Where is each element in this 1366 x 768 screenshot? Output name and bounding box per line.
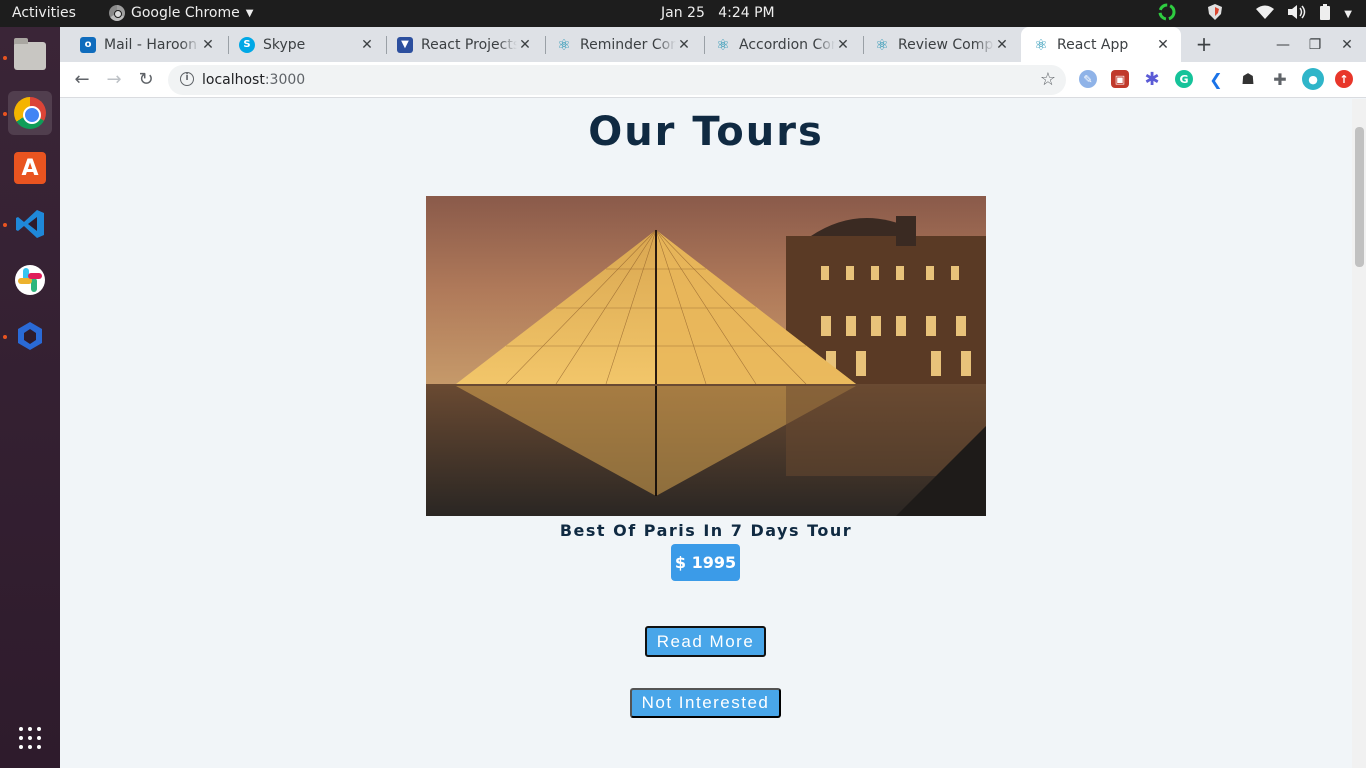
tab-title: Reminder Component xyxy=(580,36,676,53)
shield-icon xyxy=(1208,4,1223,24)
tab-mail[interactable]: o Mail - Haroon ✕ xyxy=(60,27,226,62)
url-host: localhost xyxy=(202,72,265,88)
react-icon: ⚛ xyxy=(557,35,571,54)
close-icon[interactable]: ✕ xyxy=(835,37,851,53)
page-content: Our Tours Best Of Paris In 7 Days Tour $… xyxy=(60,99,1352,768)
app-menu-label: Google Chrome xyxy=(131,5,240,21)
dock-chrome[interactable] xyxy=(8,91,52,135)
extension-icon[interactable]: ❮ xyxy=(1207,70,1225,89)
back-button[interactable]: ← xyxy=(70,68,94,92)
address-bar[interactable]: i localhost:3000 ☆ xyxy=(168,65,1066,95)
tab-review[interactable]: ⚛ Review Component ✕ xyxy=(854,27,1020,62)
tab-title: React App xyxy=(1057,36,1129,53)
tab-title: Review Component xyxy=(898,36,994,53)
tab-skype[interactable]: S Skype ✕ xyxy=(219,27,385,62)
running-indicator xyxy=(3,112,7,116)
vscode-icon xyxy=(16,210,44,238)
chrome-icon xyxy=(109,5,125,21)
skype-icon: S xyxy=(239,36,255,53)
tour-name: Best Of Paris In 7 Days Tour xyxy=(559,521,853,540)
url-port: :3000 xyxy=(264,72,306,88)
restore-button[interactable]: ❐ xyxy=(1305,35,1325,55)
dock-vscode[interactable] xyxy=(8,202,52,246)
scrollbar-thumb[interactable] xyxy=(1355,127,1364,267)
url-text: localhost:3000 xyxy=(202,72,305,88)
app-menu[interactable]: Google Chrome ▼ xyxy=(109,5,253,21)
close-icon[interactable]: ✕ xyxy=(359,37,375,53)
extension-icon[interactable]: ▣ xyxy=(1111,70,1129,88)
new-tab-button[interactable]: + xyxy=(1192,33,1216,57)
dock-files[interactable] xyxy=(8,34,52,78)
dock-slack[interactable] xyxy=(8,258,52,302)
browser-toolbar: ← → ↻ i localhost:3000 ☆ ✎ ▣ ✱ G ❮ ☗ ✚ ●… xyxy=(60,62,1366,98)
not-interested-button[interactable]: Not Interested xyxy=(630,688,781,718)
tab-title: React Projects xyxy=(421,36,517,53)
profile-avatar[interactable]: ● xyxy=(1302,68,1324,90)
recycle-icon xyxy=(1158,3,1176,25)
react-icon: ⚛ xyxy=(1034,35,1048,54)
system-top-bar: Activities Google Chrome ▼ Jan 25 4:24 P… xyxy=(0,0,1366,27)
app-icon xyxy=(18,322,42,350)
tab-title: Skype xyxy=(263,36,306,53)
close-icon[interactable]: ✕ xyxy=(200,37,216,53)
grammarly-icon[interactable]: G xyxy=(1175,70,1193,88)
read-more-button[interactable]: Read More xyxy=(645,626,766,657)
puzzle-icon[interactable]: ✚ xyxy=(1271,70,1289,89)
extension-icon[interactable]: ✎ xyxy=(1079,70,1097,88)
wifi-icon xyxy=(1256,5,1275,23)
page-title: Our Tours xyxy=(588,109,824,155)
tab-react-app[interactable]: ⚛ React App ✕ xyxy=(1021,27,1181,62)
clock[interactable]: Jan 25 4:24 PM xyxy=(661,5,775,21)
clock-time: 4:24 PM xyxy=(718,5,775,21)
dock-app[interactable] xyxy=(8,314,52,358)
forward-button[interactable]: → xyxy=(102,68,126,92)
system-tray[interactable]: ▼ xyxy=(1158,3,1352,25)
show-apps-icon[interactable] xyxy=(19,727,41,749)
outlook-icon: o xyxy=(80,36,96,53)
tab-title: Accordion Component xyxy=(739,36,835,53)
bookmark-star-icon[interactable]: ☆ xyxy=(1040,69,1056,90)
extension-icon[interactable]: ☗ xyxy=(1239,70,1257,88)
volume-icon xyxy=(1288,5,1306,23)
tour-image xyxy=(426,196,986,516)
chevron-down-icon: ▼ xyxy=(1344,8,1352,20)
software-store-icon: A xyxy=(14,152,46,184)
update-icon[interactable]: ↑ xyxy=(1335,70,1353,88)
tab-react-projects[interactable]: ▼ React Projects ✕ xyxy=(377,27,543,62)
tab-reminder[interactable]: ⚛ Reminder Component ✕ xyxy=(536,27,702,62)
running-indicator xyxy=(3,335,7,339)
running-indicator xyxy=(3,223,7,227)
reload-button[interactable]: ↻ xyxy=(134,68,158,92)
chevron-down-icon: ▼ xyxy=(245,7,254,19)
tab-title: Mail - Haroon xyxy=(104,36,197,53)
extension-icon[interactable]: ✱ xyxy=(1143,69,1161,90)
tab-accordion[interactable]: ⚛ Accordion Component ✕ xyxy=(695,27,861,62)
react-icon: ⚛ xyxy=(716,35,730,54)
tour-price-badge: $ 1995 xyxy=(671,544,740,581)
close-icon[interactable]: ✕ xyxy=(994,37,1010,53)
slack-icon xyxy=(15,265,45,295)
info-icon[interactable]: i xyxy=(180,72,194,86)
activities-button[interactable]: Activities xyxy=(12,5,76,21)
chrome-icon xyxy=(14,97,46,129)
close-icon[interactable]: ✕ xyxy=(517,37,533,53)
clock-date: Jan 25 xyxy=(661,5,705,21)
battery-icon xyxy=(1320,4,1331,24)
tab-strip: o Mail - Haroon ✕ S Skype ✕ ▼ React Proj… xyxy=(60,27,1366,62)
running-indicator xyxy=(3,56,7,60)
dock: A xyxy=(0,27,60,768)
page-scrollbar[interactable] xyxy=(1352,99,1366,768)
close-window-button[interactable]: ✕ xyxy=(1337,35,1357,55)
vue-icon: ▼ xyxy=(397,36,413,53)
close-icon[interactable]: ✕ xyxy=(676,37,692,53)
minimize-button[interactable]: — xyxy=(1273,35,1293,55)
close-icon[interactable]: ✕ xyxy=(1155,37,1171,53)
dock-software-store[interactable]: A xyxy=(8,146,52,190)
react-icon: ⚛ xyxy=(875,35,889,54)
files-icon xyxy=(14,38,46,70)
